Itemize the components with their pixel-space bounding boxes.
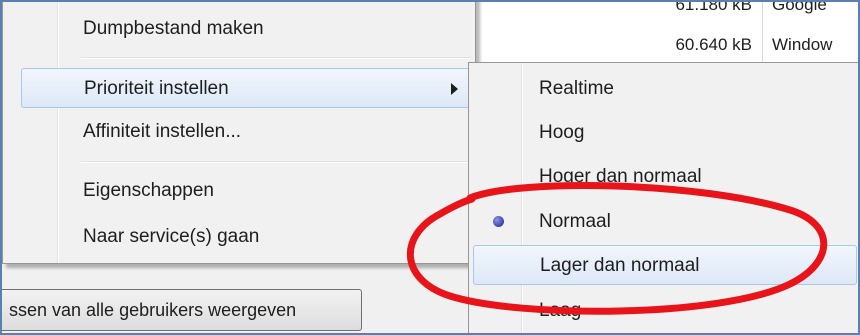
menu-item-properties[interactable]: Eigenschappen <box>21 171 473 211</box>
priority-item-normal[interactable]: Normaal <box>473 202 857 242</box>
priority-item-label: Hoger dan normaal <box>539 166 702 187</box>
process-memory: 61.180 kB <box>675 0 752 14</box>
process-context-menu: Dumpbestand maken Prioriteit instellen A… <box>2 0 476 264</box>
priority-submenu: Realtime Hoog Hoger dan normaal Normaal … <box>468 62 860 335</box>
process-row[interactable]: 60.640 kB Window <box>492 32 860 58</box>
show-all-users-processes-button[interactable]: ssen van alle gebruikers weergeven <box>0 289 362 331</box>
process-description: Window <box>772 35 833 54</box>
menu-item-set-affinity[interactable]: Affiniteit instellen... <box>21 112 473 152</box>
menu-separator <box>81 161 471 163</box>
menu-item-label: Dumpbestand maken <box>83 18 264 39</box>
chevron-right-icon <box>451 83 458 95</box>
priority-item-below-normal[interactable]: Lager dan normaal <box>473 245 857 285</box>
priority-item-label: Laag <box>539 300 582 321</box>
priority-item-low[interactable]: Laag <box>473 291 857 331</box>
process-memory: 60.640 kB <box>675 35 752 54</box>
menu-item-label: Eigenschappen <box>83 180 214 201</box>
radio-dot-icon <box>493 216 504 227</box>
process-row[interactable]: 61.180 kB Google <box>492 0 860 18</box>
priority-item-label: Hoog <box>539 122 585 143</box>
menu-item-set-priority[interactable]: Prioriteit instellen <box>21 68 473 108</box>
menu-item-label: Affiniteit instellen... <box>83 121 242 142</box>
menu-item-label: Naar service(s) gaan <box>83 226 260 247</box>
process-description: Google <box>772 0 827 14</box>
menu-item-label: Prioriteit instellen <box>84 78 229 99</box>
menu-item-go-to-services[interactable]: Naar service(s) gaan <box>21 217 473 257</box>
menu-separator <box>81 57 471 59</box>
priority-item-label: Lager dan normaal <box>540 255 700 276</box>
priority-item-realtime[interactable]: Realtime <box>473 69 857 109</box>
priority-item-high[interactable]: Hoog <box>473 113 857 153</box>
priority-item-label: Realtime <box>539 78 614 99</box>
menu-item-create-dump[interactable]: Dumpbestand maken <box>21 9 473 49</box>
priority-item-above-normal[interactable]: Hoger dan normaal <box>473 157 857 197</box>
priority-item-label: Normaal <box>539 211 611 232</box>
